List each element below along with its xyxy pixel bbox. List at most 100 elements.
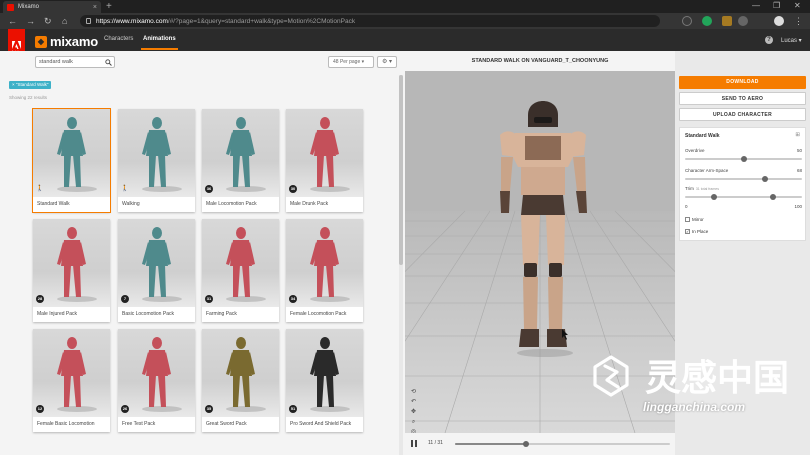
timeline-slider[interactable] [455, 441, 670, 447]
animation-card[interactable]: 28 Male Injured Pack [33, 219, 110, 322]
undo-icon[interactable]: ↶ [410, 399, 417, 406]
animation-card-label: Pro Sword And Shield Pack [290, 421, 352, 427]
trim-high-handle[interactable] [769, 194, 776, 200]
mirror-label: Mirror [692, 217, 704, 222]
overdrive-handle[interactable] [740, 156, 747, 162]
per-page-select[interactable]: 48 Per page ▾ [328, 56, 374, 68]
animation-card-label: Walking [122, 201, 140, 207]
animation-thumbnail [33, 109, 110, 197]
results-scrollbar[interactable] [399, 75, 403, 455]
animation-card[interactable]: 🚶 Walking [118, 109, 195, 212]
animation-card[interactable]: 12 Female Basic Locomotion [33, 329, 110, 432]
upload-character-button[interactable]: UPLOAD CHARACTER [679, 108, 806, 121]
forward-arrow-icon[interactable]: → [26, 16, 35, 26]
url-field[interactable]: https://www.mixamo.com /#/?page=1&query=… [80, 15, 660, 27]
pack-count-badge: 28 [36, 295, 44, 303]
move-icon[interactable]: ✥ [410, 409, 417, 416]
animation-card[interactable]: 7 Basic Locomotion Pack [118, 219, 195, 322]
animation-thumbnail [118, 219, 195, 307]
pack-count-badge: 35 [205, 405, 213, 413]
mixamo-header: Adobe ◆ mixamo Characters Animations ? L… [0, 29, 810, 58]
animation-thumbnail [202, 109, 279, 197]
animation-card[interactable]: 34 Female Locomotion Pack [286, 219, 363, 322]
walking-figure-icon: 🚶 [121, 186, 129, 192]
home-icon[interactable]: ⌂ [62, 16, 67, 26]
arm-space-label: Character Arm-Space [685, 168, 729, 173]
tab-characters[interactable]: Characters [104, 36, 133, 42]
tab-animations[interactable]: Animations [141, 36, 178, 50]
pack-count-badge: 34 [289, 295, 297, 303]
animation-card[interactable]: 30 Male Drunk Pack [286, 109, 363, 212]
animation-card-label: Basic Locomotion Pack [122, 311, 174, 317]
url-domain: https://www.mixamo.com [96, 17, 168, 25]
search-box[interactable]: standard walk [35, 56, 115, 68]
trim-label-text: Trim [685, 186, 694, 191]
reset-view-icon[interactable]: ⟲ [410, 389, 417, 396]
in-place-checkbox[interactable]: ✓ In Place [685, 229, 708, 234]
timeline-handle[interactable] [522, 441, 529, 447]
animation-thumbnail [202, 329, 279, 417]
user-menu[interactable]: Lucas ▾ [781, 37, 802, 44]
animation-card-label: Free Test Pack [122, 421, 156, 427]
arm-space-handle[interactable] [761, 176, 768, 182]
close-tab-icon[interactable]: × [93, 4, 97, 11]
trim-low-handle[interactable] [711, 194, 718, 200]
mirror-checkbox-box[interactable] [685, 217, 690, 222]
send-to-aero-button[interactable]: SEND TO AERO [679, 92, 806, 105]
reload-icon[interactable]: ↻ [44, 16, 52, 26]
scrollbar-thumb[interactable] [399, 75, 403, 265]
mirror-checkbox[interactable]: Mirror [685, 217, 704, 222]
new-tab-icon[interactable]: + [106, 1, 112, 12]
in-place-checkbox-box[interactable]: ✓ [685, 229, 690, 234]
animation-browser-panel: standard walk 48 Per page ▾ ⚙ ▾ × "Stand… [0, 51, 405, 455]
extension-icon-4[interactable] [738, 16, 748, 26]
pack-count-badge: 26 [121, 405, 129, 413]
browser-menu-icon[interactable]: ⋮ [794, 16, 803, 26]
playback-bar: 11 / 31 [405, 433, 675, 455]
settings-dropdown-button[interactable]: ⚙ ▾ [377, 56, 397, 68]
animation-card[interactable]: 35 Great Sword Pack [202, 329, 279, 432]
profile-avatar-icon[interactable] [774, 16, 784, 26]
settings-options-icon[interactable]: ⊞ [795, 132, 800, 138]
browser-tab-bar: Mixamo × + — ❐ ✕ [0, 0, 810, 13]
download-button[interactable]: DOWNLOAD [679, 76, 806, 89]
search-input[interactable]: standard walk [39, 59, 102, 65]
filter-tag[interactable]: × "Standard Walk" [9, 81, 52, 89]
animation-card[interactable]: 🚶 Standard Walk [32, 108, 111, 213]
animation-card[interactable]: 26 Free Test Pack [118, 329, 195, 432]
animation-thumbnail [33, 329, 110, 417]
arm-space-slider[interactable] [685, 176, 802, 182]
lock-icon [86, 18, 91, 24]
overdrive-slider[interactable] [685, 156, 802, 162]
trim-note: 31 total frames [695, 187, 719, 191]
search-icon[interactable] [102, 57, 114, 67]
maximize-icon[interactable]: ❐ [773, 1, 780, 11]
browser-tab[interactable]: Mixamo × [3, 1, 101, 13]
overdrive-value: 50 [796, 148, 802, 153]
mixamo-logo[interactable]: ◆ mixamo [35, 34, 98, 49]
animation-thumbnail [286, 109, 363, 197]
trim-min: 0 [685, 204, 688, 209]
animation-thumbnail [33, 219, 110, 307]
animation-card-label: Female Locomotion Pack [290, 311, 347, 317]
help-icon[interactable]: ? [765, 36, 773, 44]
animation-card-label: Male Injured Pack [37, 311, 78, 317]
animation-thumbnail [202, 219, 279, 307]
evernote-extension-icon[interactable] [702, 16, 712, 26]
close-window-icon[interactable]: ✕ [794, 1, 801, 11]
pause-icon[interactable] [411, 440, 418, 448]
trim-slider[interactable] [685, 194, 802, 200]
animation-card-label: Farming Pack [206, 311, 237, 317]
minimize-icon[interactable]: — [752, 1, 760, 11]
animation-card[interactable]: 31 Farming Pack [202, 219, 279, 322]
extension-icon-k[interactable] [722, 16, 732, 26]
back-arrow-icon[interactable]: ← [8, 16, 17, 26]
pack-count-badge: 31 [205, 295, 213, 303]
adobe-favicon-icon [7, 3, 14, 11]
extension-icon-1[interactable] [682, 16, 692, 26]
adobe-a-icon [12, 41, 21, 49]
viewer-title: STANDARD WALK ON VANGUARD_T_CHOONYUNG [405, 51, 675, 71]
animation-card[interactable]: 36 Male Locomotion Pack [202, 109, 279, 212]
animation-card[interactable]: 51 Pro Sword And Shield Pack [286, 329, 363, 432]
zoom-icon[interactable]: ⌕ [410, 419, 417, 426]
